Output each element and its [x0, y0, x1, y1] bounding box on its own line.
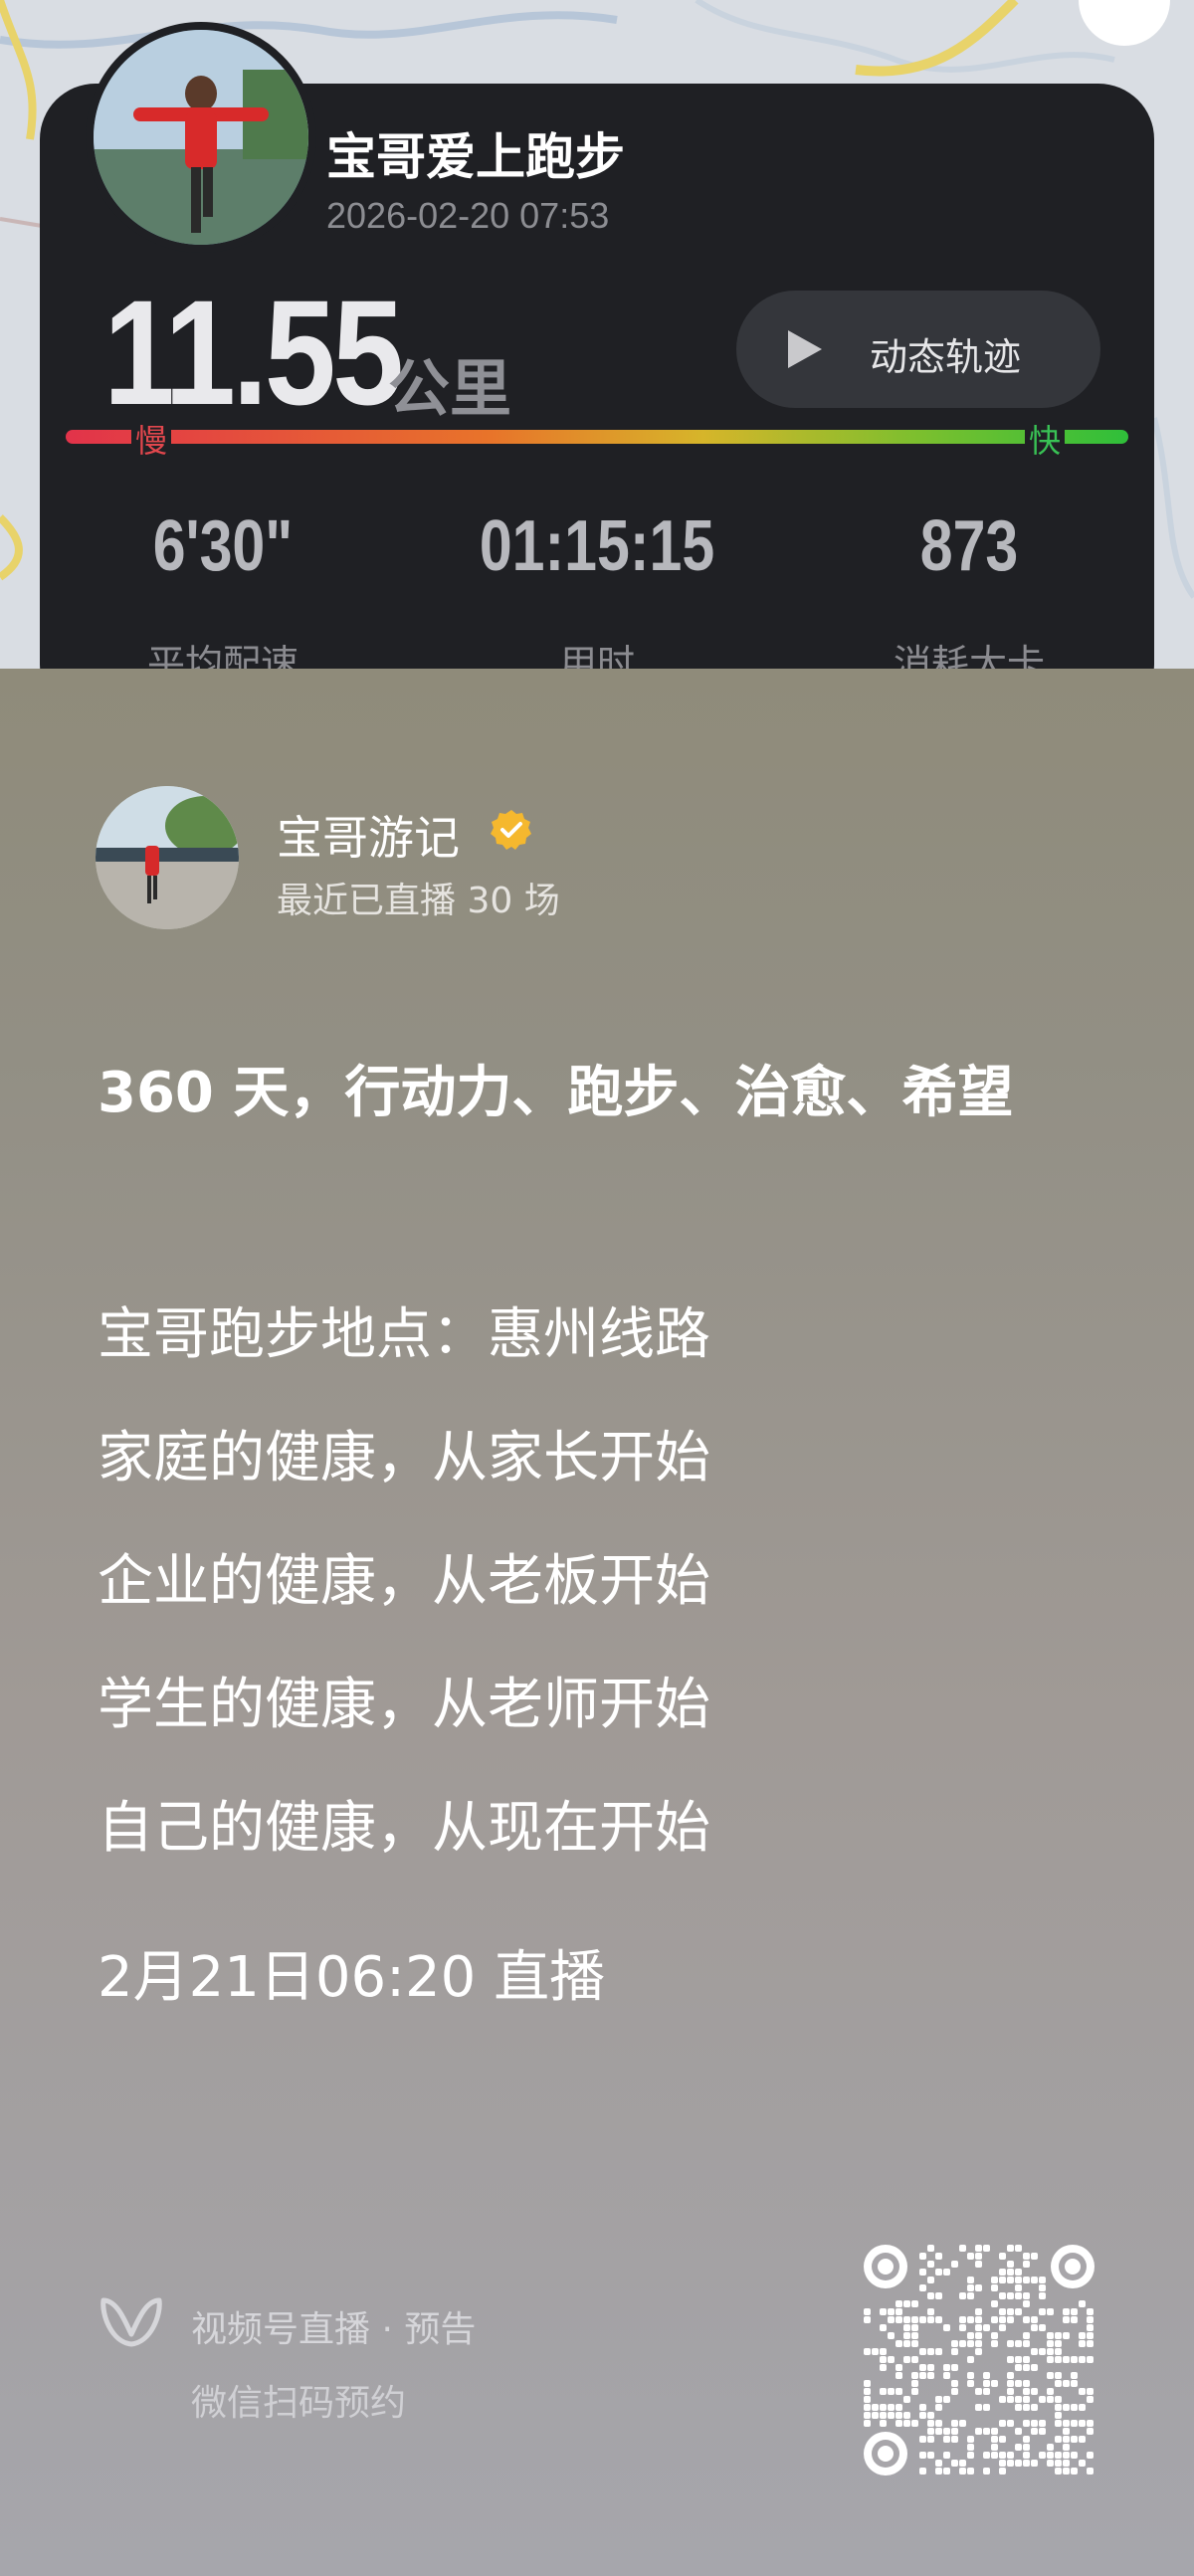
channels-logo-icon	[100, 2297, 162, 2347]
pace-gradient-bar	[66, 430, 1128, 444]
play-icon	[788, 330, 822, 368]
qr-code[interactable]	[864, 2245, 1094, 2476]
dynamic-track-label: 动态轨迹	[870, 335, 1022, 379]
live-time: 2月21日06:20 直播	[98, 1945, 606, 2010]
post-line: 学生的健康，从老师开始	[98, 1673, 710, 1737]
channels-live-preview-label: 视频号直播 · 预告	[191, 2309, 477, 2350]
run-datetime: 2026-02-20 07:53	[326, 195, 610, 236]
author-avatar[interactable]	[96, 786, 239, 929]
pace-fast-label: 快	[1025, 416, 1066, 462]
post-line: 家庭的健康，从家长开始	[98, 1426, 710, 1490]
distance-unit: 公里	[388, 352, 512, 425]
scan-to-reserve-label: 微信扫码预约	[191, 2383, 407, 2424]
author-name[interactable]: 宝哥游记	[277, 802, 460, 868]
avg-pace-value: 6'30"	[152, 506, 294, 586]
post-line: 自己的健康，从现在开始	[98, 1796, 710, 1861]
post-line: 宝哥跑步地点：惠州线路	[98, 1302, 710, 1367]
live-count-text: 最近已直播 30 场	[277, 881, 560, 921]
distance-value: 11.55	[103, 269, 404, 436]
pace-slow-label: 慢	[131, 416, 172, 462]
runner-name: 宝哥爱上跑步	[326, 128, 625, 186]
verified-icon	[491, 810, 531, 850]
post-line: 企业的健康，从老板开始	[98, 1549, 710, 1614]
post-title: 360 天，行动力、跑步、治愈、希望	[98, 1061, 1014, 1125]
duration-value: 01:15:15	[479, 506, 715, 586]
dynamic-track-button[interactable]: 动态轨迹	[736, 291, 1100, 408]
runner-avatar[interactable]	[86, 22, 316, 253]
calories-value: 873	[919, 506, 1019, 586]
